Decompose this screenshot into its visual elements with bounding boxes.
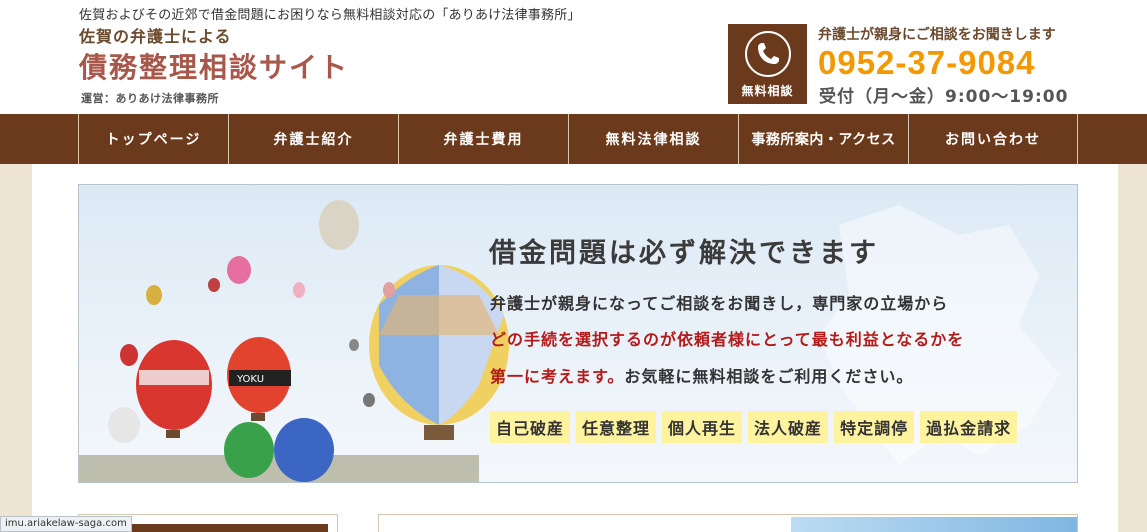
business-hours: 受付（月〜金）9:00〜19:00 [819,87,1069,107]
site-title-link[interactable]: 債務整理相談サイト [79,46,349,86]
hero-emphasis: 第一に考えます。 [490,367,625,386]
hero-text-line-3: 第一に考えます。お気軽に無料相談をご利用ください。 [490,363,913,387]
site-operator: 運営：ありあけ法律事務所 [81,92,219,105]
nav-item-fees[interactable]: 弁護士費用 [399,114,569,164]
phone-icon [745,31,791,77]
phone-number-link[interactable]: 0952-37-9084 [818,44,1036,82]
hero-text-line-2: どの手続を選択するのが依頼者様にとって最も利益となるかを [490,330,965,349]
service-tags: 自己破産 任意整理 個人再生 法人破産 特定調停 過払金請求 [490,411,1018,443]
tag-rehabilitation: 個人再生 [662,411,743,443]
hero-title: 借金問題は必ず解決できます [489,238,879,269]
tag-specific-mediation: 特定調停 [834,411,915,443]
tag-voluntary-arrangement: 任意整理 [576,411,657,443]
nav-item-free-consult[interactable]: 無料法律相談 [569,114,739,164]
free-consult-badge[interactable]: 無料相談 [728,24,807,104]
tag-overpayment-claim: 過払金請求 [920,411,1018,443]
hero-banner: YOKU 借金問題は必ず解決できます 弁護士が親身になってご相談をお聞きし，専門… [78,184,1078,483]
nav-item-lawyer[interactable]: 弁護士紹介 [229,114,399,164]
contact-lead: 弁護士が親身にご相談をお聞きします [818,27,1056,43]
site-header: 佐賀およびその近郊で借金問題にお困りなら無料相談対応の「ありあけ法律事務所」 佐… [0,0,1147,114]
main-banner-image [791,517,1077,532]
tag-bankruptcy: 自己破産 [490,411,571,443]
sidebar-header-bar [107,524,328,532]
main-content-box [378,514,1078,532]
hero-text-line-1: 弁護士が親身になってご相談をお聞きし，専門家の立場から [490,294,949,313]
nav-item-access[interactable]: 事務所案内・アクセス [739,114,909,164]
nav-item-top[interactable]: トップページ [79,114,229,164]
global-nav: トップページ 弁護士紹介 弁護士費用 無料法律相談 事務所案内・アクセス お問い… [0,114,1147,164]
nav-item-contact[interactable]: お問い合わせ [909,114,1078,164]
status-bar-url: imu.ariakelaw-saga.com [0,516,132,532]
nav-menu: トップページ 弁護士紹介 弁護士費用 無料法律相談 事務所案内・アクセス お問い… [78,114,1078,164]
tag-corporate-bankruptcy: 法人破産 [748,411,829,443]
balloon-text: YOKU [236,374,264,385]
free-consult-label: 無料相談 [741,84,794,98]
site-subtitle: 佐賀の弁護士による [79,27,232,46]
site-tagline: 佐賀およびその近郊で借金問題にお困りなら無料相談対応の「ありあけ法律事務所」 [79,8,581,23]
hero-text-rest: お気軽に無料相談をご利用ください。 [624,367,914,386]
